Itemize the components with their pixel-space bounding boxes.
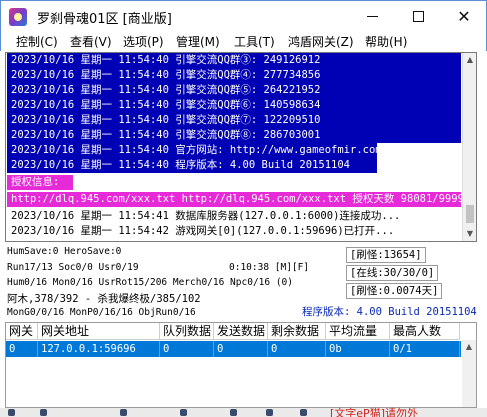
taskbar-app-icon[interactable] [180,409,187,416]
window-title: 罗刹骨魂01区 [商业版] [37,12,172,27]
menu-view[interactable]: 查看(V) [70,33,112,50]
taskbar-app-icon[interactable] [266,409,273,416]
app-icon [9,8,27,26]
gateway-table[interactable]: 网关 网关地址 队列数据 发送数据 剩余数据 平均流量 最高人数 0 127.0… [5,322,477,408]
scroll-thumb[interactable] [466,205,474,223]
taskbar: [文字eP猫]请勿外 [0,405,487,417]
log-line: 2023/10/16 星期一 11:54:42 游戏网关[0](127.0.0.… [7,224,461,239]
col-header-max-users[interactable]: 最高人数 [390,323,460,340]
taskbar-app-icon[interactable] [40,409,47,416]
log-line: 2023/10/16 星期一 11:54:40 程序版本: 4.00 Build… [7,158,377,173]
run-stat: Run17/13 Soc0/0 Usr0/19 [7,262,139,273]
menu-manage[interactable]: 管理(M) [176,33,220,50]
log-line: 2023/10/16 星期一 11:54:41 数据库服务器(127.0.0.1… [7,209,461,224]
hum-save-stat: HumSave:0 HeroSave:0 [7,246,122,257]
minimize-button[interactable] [349,1,395,31]
col-header-avg-traffic[interactable]: 平均流量 [326,323,390,340]
menu-bar: 控制(C) 查看(V) 选项(P) 管理(M) 工具(T) 鸿盾网关(Z) 帮助… [0,31,487,51]
log-line: 2023/10/16 星期一 11:54:40 引擎交流QQ群④: 277734… [7,68,461,83]
cell-remaining: 0 [268,341,326,357]
maximize-icon [412,10,424,22]
maximize-button[interactable] [395,1,441,31]
monster-stat: 阿木,378/392 - 杀我爆终极/385/102 [7,293,201,305]
taskbar-app-icon[interactable] [8,409,15,416]
menu-help[interactable]: 帮助(H) [365,33,407,50]
cell-queue: 0 [160,341,214,357]
online-stat: [在线:30/30/0] [346,265,439,281]
close-button[interactable]: ✕ [441,1,487,31]
cell-max-users: 0/1 [390,341,460,357]
log-line: 2023/10/16 星期一 11:54:40 引擎交流QQ群⑤: 264221… [7,83,461,98]
title-bar: 罗刹骨魂01区 [商业版] ✕ [0,0,487,31]
taskbar-app-icon[interactable] [230,409,237,416]
log-line: 2023/10/16 星期一 11:54:40 引擎交流QQ群⑧: 286703… [7,128,461,143]
log-scrollbar[interactable]: ▲ ▼ [462,53,476,241]
mon-gen-stat: MonG0/0/16 MonP0/16/16 ObjRun0/16 [7,307,196,318]
log-line: 2023/10/16 星期一 11:54:40 引擎交流QQ群⑦: 122209… [7,113,461,128]
log-line: 2023/10/16 星期一 11:54:40 引擎交流QQ群③: 249126… [7,53,461,68]
cell-address: 127.0.0.1:59696 [38,341,160,357]
scroll-down-icon[interactable]: ▼ [465,229,475,239]
hum-stat: Hum0/16 Mon0/16 UsrRot15/206 Merch0/16 N… [7,277,293,288]
col-header-address[interactable]: 网关地址 [38,323,160,340]
menu-tools[interactable]: 工具(T) [234,33,275,50]
cell-sent: 0 [214,341,268,357]
uptime-stat: 0:10:38 [M][F] [229,262,310,273]
minimize-icon [366,15,378,17]
table-scrollbar[interactable]: ▲ [462,340,476,407]
col-header-remaining[interactable]: 剩余数据 [268,323,326,340]
log-line: http://dlq.945.com/xxx.txt http://dlq.94… [7,192,461,207]
menu-control[interactable]: 控制(C) [16,33,58,50]
version-label: 程序版本: 4.00 Build 20151104 [302,306,477,318]
menu-gateway[interactable]: 鸿盾网关(Z) [288,33,354,50]
scroll-up-icon[interactable]: ▲ [465,55,475,65]
log-line: 2023/10/16 星期一 11:54:40 引擎交流QQ群⑥: 140598… [7,98,461,113]
col-header-sent[interactable]: 发送数据 [214,323,268,340]
log-panel[interactable]: 2023/10/16 星期一 11:54:40 引擎交流QQ群③: 249126… [5,52,477,242]
menu-options[interactable]: 选项(P) [123,33,164,50]
col-header-gateway[interactable]: 网关 [6,323,38,340]
close-icon: ✕ [457,6,471,26]
refresh-stat: [刷怪:13654] [346,247,426,263]
stats-panel: HumSave:0 HeroSave:0 [刷怪:13654] Run17/13… [5,243,477,320]
scroll-up-icon[interactable]: ▲ [464,342,474,352]
taskbar-app-icon[interactable] [300,409,307,416]
log-line: 授权信息: [7,175,73,190]
cell-gateway: 0 [6,341,38,357]
table-row[interactable]: 0 127.0.0.1:59696 0 0 0 0b 0/1 [6,341,461,357]
col-header-queue[interactable]: 队列数据 [160,323,214,340]
log-line: 2023/10/16 星期一 11:54:40 官方网站: http://www… [7,143,377,158]
spawn-rate-stat: [刷怪:0.0074天] [346,283,443,299]
taskbar-app-icon[interactable] [120,409,127,416]
taskbar-label[interactable]: [文字eP猫]请勿外 [330,405,418,417]
cell-avg-traffic: 0b [326,341,390,357]
